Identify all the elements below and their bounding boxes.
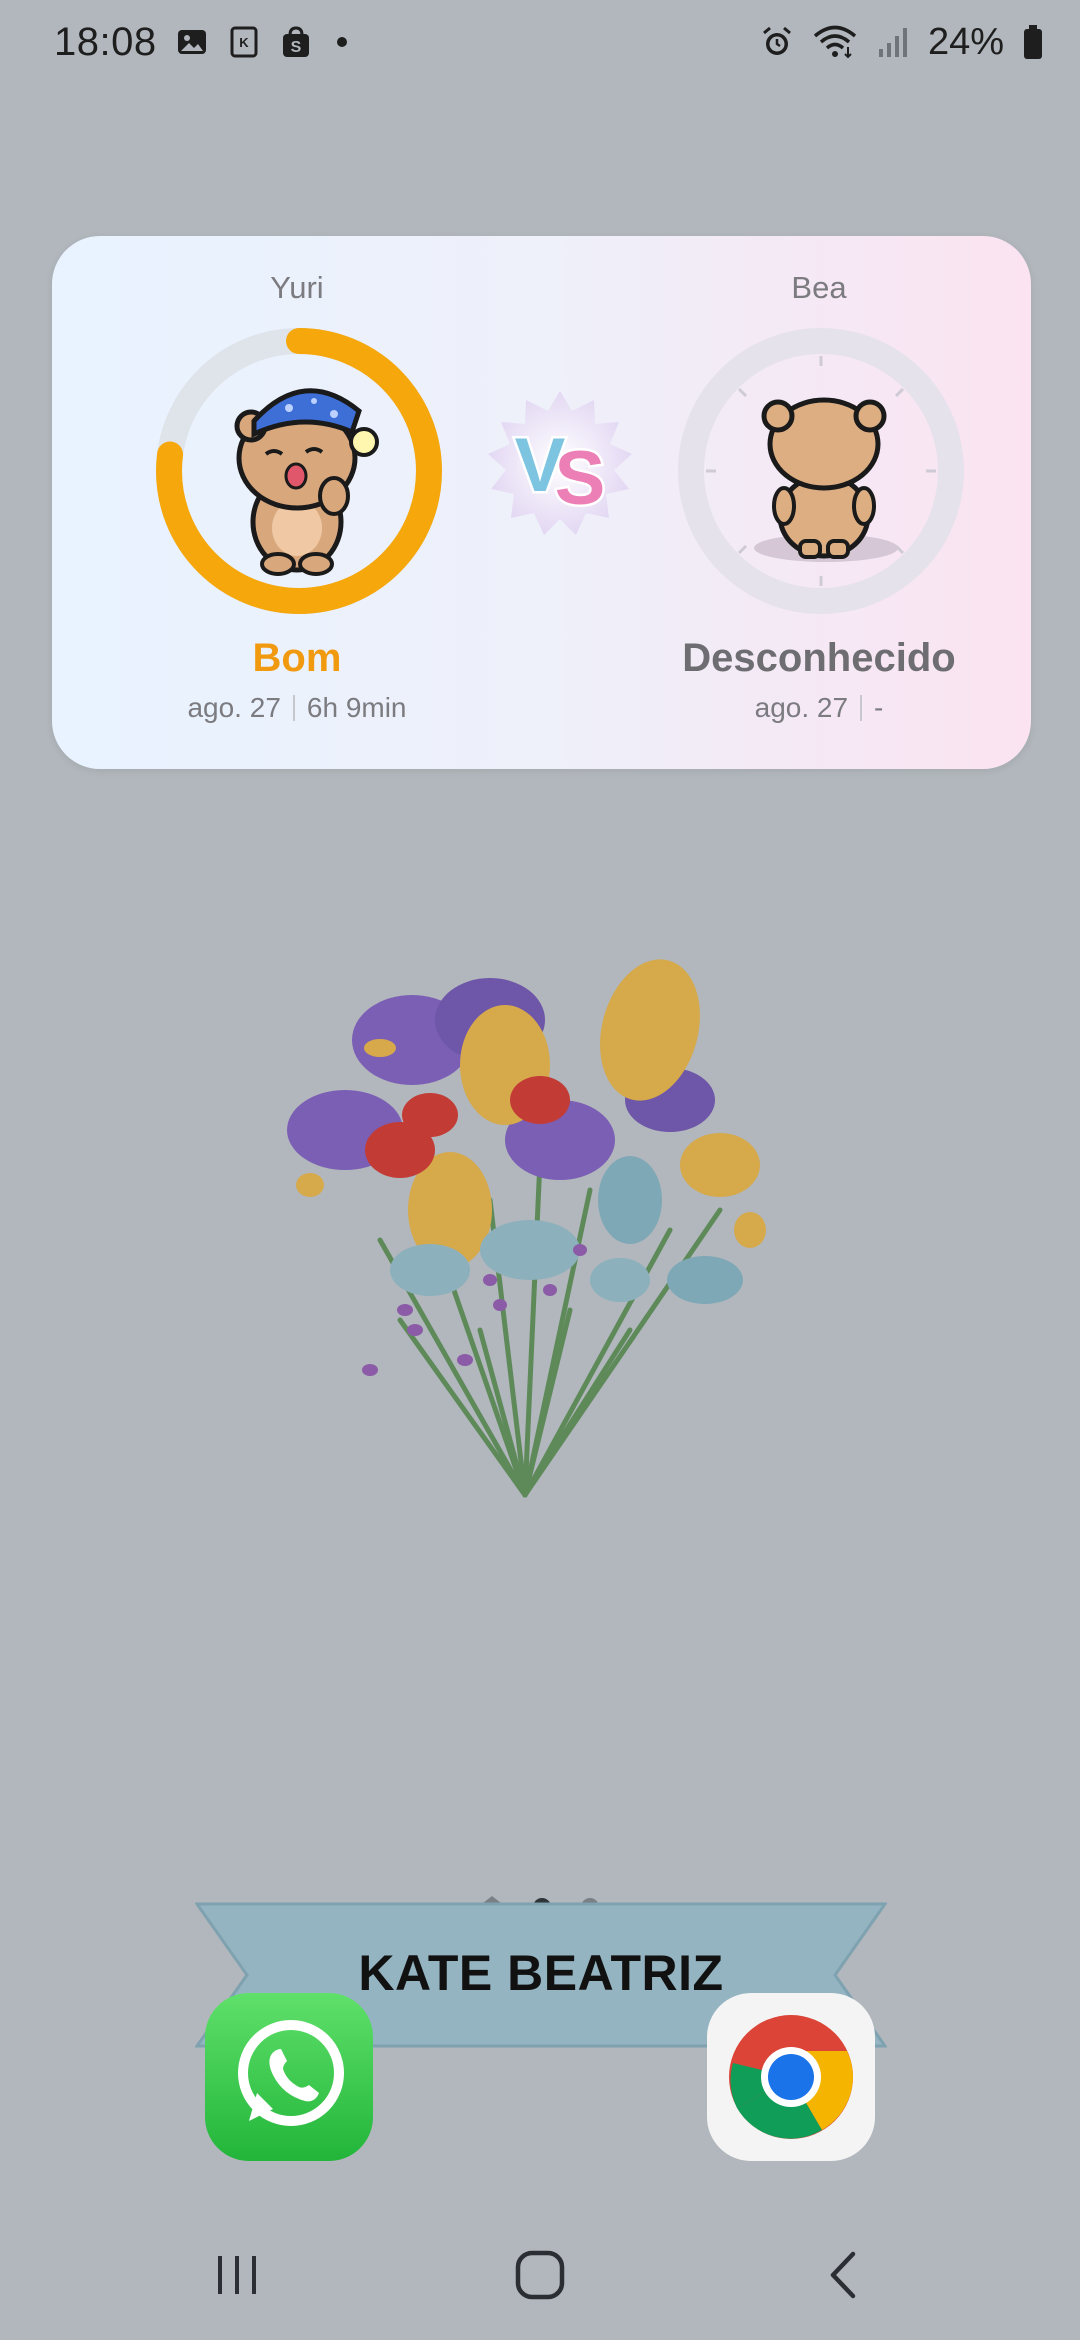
player-left-sleep-ring [154,326,444,616]
chrome-icon [729,2015,853,2139]
player-left-date: ago. 27 [187,692,281,723]
player-left-duration: 6h 9min [306,692,407,723]
signal-icon [876,25,910,59]
player-left-meta: ago. 27 6h 9min [92,692,502,724]
svg-text:K: K [239,35,249,50]
recents-button[interactable] [197,2240,277,2310]
player-left[interactable]: Yuri Bom ago. 27 6h 9min [132,236,462,769]
shopee-icon: S [279,25,313,59]
whatsapp-icon [238,2020,344,2126]
home-icon [515,2250,565,2300]
player-right-duration: - [874,692,884,723]
navigation-bar [0,2220,1080,2330]
notification-dot [336,37,347,47]
alarm-icon [760,25,794,59]
player-right[interactable]: Bea Desconhecido ago. 27 - [654,236,984,769]
home-button[interactable] [500,2240,580,2310]
sleepy-bear-icon [234,388,379,576]
sleep-comparison-widget[interactable]: Yuri Bom ago. 27 6h 9min V S Bea Desconh… [52,236,1031,769]
wifi-icon [812,25,858,59]
gallery-icon [175,25,209,59]
vs-s: S [555,436,606,521]
back-icon [830,2251,856,2299]
player-left-name: Yuri [270,270,324,305]
player-right-date: ago. 27 [754,692,849,723]
battery-icon [1022,25,1044,59]
flower-bouquet-wallpaper [250,950,790,1510]
chrome-app-button[interactable] [707,1993,875,2161]
k-app-icon: K [227,25,261,59]
status-bar-left: 18:08 K S [54,20,347,65]
player-left-quality: Bom [252,636,342,680]
svg-text:S: S [290,39,301,56]
battery-percent: 24% [927,20,1004,63]
bear-back-icon [754,397,898,562]
status-bar-right: 24% [760,21,1044,64]
vs-badge: VS V S [480,386,640,546]
player-right-sleep-ring [676,326,966,616]
status-bar: 18:08 K S 24% [0,0,1080,84]
back-button[interactable] [803,2240,883,2310]
separator [860,695,863,721]
clock: 18:08 [54,19,157,64]
whatsapp-app-button[interactable] [205,1993,373,2161]
player-right-quality: Desconhecido [682,636,956,680]
separator [292,695,295,721]
player-right-meta: ago. 27- [614,692,1024,724]
player-right-name: Bea [791,270,847,305]
recents-icon [218,2256,256,2294]
